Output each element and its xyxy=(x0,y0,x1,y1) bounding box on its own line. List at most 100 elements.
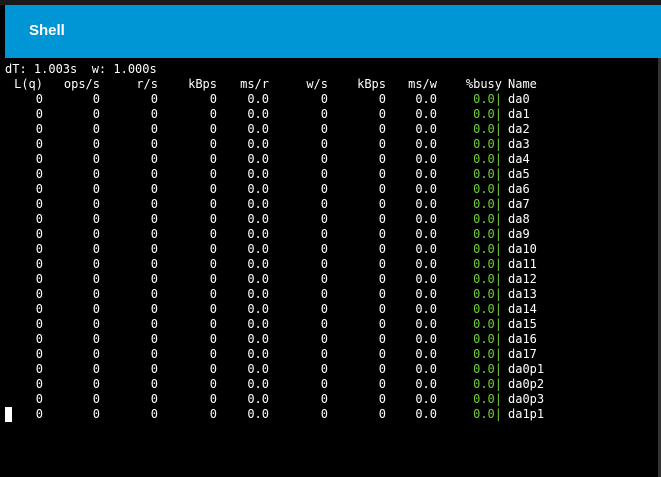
stat-value: 0 xyxy=(320,137,328,151)
stat-value: 0 xyxy=(320,302,328,316)
busy-percent: 0.0| xyxy=(473,137,502,151)
busy-percent: 0.0| xyxy=(473,407,502,421)
gstat-row: 0 0 0 0 0.0 0 0 0.0 0.0| da3 xyxy=(5,137,565,152)
stat-value: 0 xyxy=(378,392,386,406)
busy-percent: 0.0| xyxy=(473,197,502,211)
gstat-row: 0 0 0 0 0.0 0 0 0.0 0.0| da0p3 xyxy=(5,392,565,407)
device-name: da5 xyxy=(508,167,530,181)
device-name: da6 xyxy=(508,182,530,196)
stat-value: 0 xyxy=(92,317,100,331)
column-header: Name xyxy=(508,77,537,91)
stat-value: 0 xyxy=(378,272,386,286)
stat-value: 0.0 xyxy=(415,122,437,136)
gstat-row: 0 0 0 0 0.0 0 0 0.0 0.0| da14 xyxy=(5,302,565,317)
stat-value: 0 xyxy=(92,227,100,241)
stat-value: 0 xyxy=(378,287,386,301)
stat-value: 0 xyxy=(35,332,43,346)
busy-percent: 0.0| xyxy=(473,332,502,346)
device-name: da0p3 xyxy=(508,392,545,406)
gstat-row: 0 0 0 0 0.0 0 0 0.0 0.0| da6 xyxy=(5,182,565,197)
column-header: w/s xyxy=(306,77,328,91)
stat-value: 0 xyxy=(209,152,217,166)
stat-value: 0 xyxy=(150,107,158,121)
stat-value: 0 xyxy=(92,242,100,256)
stat-value: 0 xyxy=(320,272,328,286)
stat-value: 0 xyxy=(35,92,43,106)
stat-value: 0 xyxy=(35,197,43,211)
stat-value: 0 xyxy=(150,377,158,391)
stat-value: 0.0 xyxy=(247,197,269,211)
stat-value: 0 xyxy=(92,347,100,361)
stat-value: 0 xyxy=(209,392,217,406)
busy-percent: 0.0| xyxy=(473,212,502,226)
stat-value: 0 xyxy=(378,302,386,316)
busy-percent: 0.0| xyxy=(473,242,502,256)
stat-value: 0 xyxy=(35,137,43,151)
stat-value: 0 xyxy=(35,242,43,256)
stat-value: 0 xyxy=(92,392,100,406)
busy-percent: 0.0| xyxy=(473,227,502,241)
stat-value: 0.0 xyxy=(415,197,437,211)
stat-value: 0 xyxy=(150,182,158,196)
stat-value: 0 xyxy=(378,122,386,136)
stat-value: 0.0 xyxy=(415,392,437,406)
gstat-row: 0 0 0 0 0.0 0 0 0.0 0.0| da7 xyxy=(5,197,565,212)
stat-value: 0 xyxy=(209,332,217,346)
stat-value: 0 xyxy=(35,212,43,226)
stat-value: 0 xyxy=(320,197,328,211)
terminal-output[interactable]: dT: 1.003s w: 1.000s L(q) ops/s r/s kBps ms/… xyxy=(5,61,655,471)
shell-title: Shell xyxy=(29,22,65,39)
stat-value: 0 xyxy=(209,182,217,196)
stat-value: 0.0 xyxy=(415,377,437,391)
column-header: L(q) xyxy=(14,77,43,91)
stat-value: 0 xyxy=(320,107,328,121)
device-name: da0p1 xyxy=(508,362,545,376)
stat-value: 0 xyxy=(92,182,100,196)
stat-value: 0 xyxy=(378,257,386,271)
stat-value: 0.0 xyxy=(415,152,437,166)
busy-percent: 0.0| xyxy=(473,167,502,181)
stat-value: 0 xyxy=(150,392,158,406)
stat-value: 0 xyxy=(209,122,217,136)
stat-value: 0.0 xyxy=(247,317,269,331)
gstat-row: 0 0 0 0 0.0 0 0 0.0 0.0| da0p2 xyxy=(5,377,565,392)
stat-value: 0.0 xyxy=(415,287,437,301)
stat-value: 0 xyxy=(150,152,158,166)
stat-value: 0.0 xyxy=(415,182,437,196)
gstat-row: 0 0 0 0 0.0 0 0 0.0 0.0| da0p1 xyxy=(5,362,565,377)
busy-percent: 0.0| xyxy=(473,92,502,106)
device-name: da8 xyxy=(508,212,530,226)
stat-value: 0.0 xyxy=(247,287,269,301)
busy-percent: 0.0| xyxy=(473,392,502,406)
gstat-row: 0 0 0 0 0.0 0 0 0.0 0.0| da2 xyxy=(5,122,565,137)
stat-value: 0 xyxy=(92,167,100,181)
stat-value: 0.0 xyxy=(247,362,269,376)
gstat-row: 0 0 0 0 0.0 0 0 0.0 0.0| da0 xyxy=(5,92,565,107)
stat-value: 0 xyxy=(320,362,328,376)
gstat-row: 0 0 0 0 0.0 0 0 0.0 0.0| da16 xyxy=(5,332,565,347)
stat-value: 0 xyxy=(35,152,43,166)
stat-value: 0 xyxy=(150,122,158,136)
device-name: da0p2 xyxy=(508,377,545,391)
busy-percent: 0.0| xyxy=(473,347,502,361)
stat-value: 0 xyxy=(378,182,386,196)
stat-value: 0 xyxy=(35,167,43,181)
stat-value: 0.0 xyxy=(415,302,437,316)
stat-value: 0 xyxy=(378,242,386,256)
stat-value: 0.0 xyxy=(415,92,437,106)
gstat-row: 0 0 0 0 0.0 0 0 0.0 0.0| da17 xyxy=(5,347,565,362)
gstat-row: 0 0 0 0 0.0 0 0 0.0 0.0| da1p1 xyxy=(5,407,565,422)
stat-value: 0 xyxy=(209,92,217,106)
stat-value: 0 xyxy=(320,257,328,271)
gstat-header-row: L(q) ops/s r/s kBps ms/r w/s kBps ms/w %busy Name xyxy=(5,77,565,92)
stat-value: 0 xyxy=(320,152,328,166)
gstat-row: 0 0 0 0 0.0 0 0 0.0 0.0| da10 xyxy=(5,242,565,257)
stat-value: 0.0 xyxy=(247,302,269,316)
stat-value: 0.0 xyxy=(247,182,269,196)
device-name: da7 xyxy=(508,197,530,211)
stat-value: 0 xyxy=(209,287,217,301)
stat-value: 0 xyxy=(35,287,43,301)
gstat-row: 0 0 0 0 0.0 0 0 0.0 0.0| da4 xyxy=(5,152,565,167)
stat-value: 0 xyxy=(35,227,43,241)
stat-value: 0 xyxy=(35,407,43,421)
